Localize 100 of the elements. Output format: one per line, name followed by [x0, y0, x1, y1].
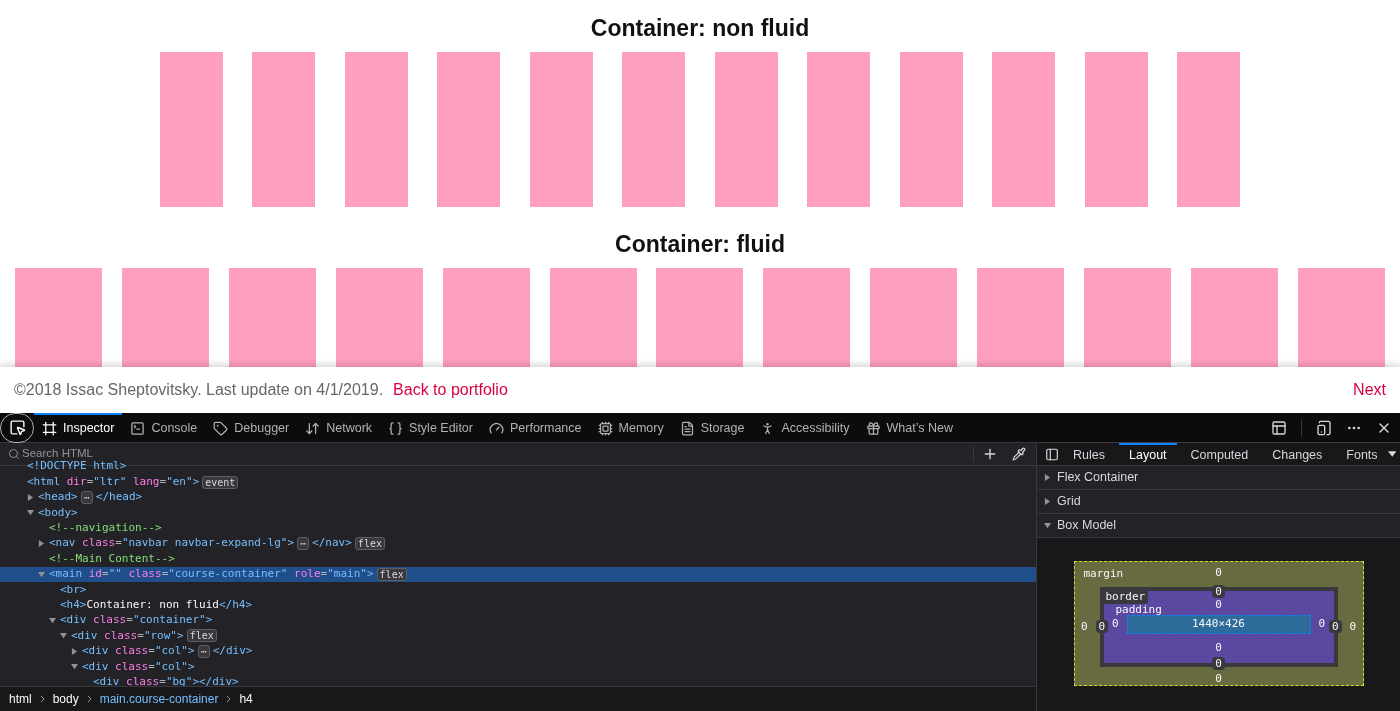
- markup-text: "ltr": [93, 473, 127, 490]
- caret-down-icon[interactable]: [60, 632, 67, 640]
- breadcrumb[interactable]: body: [52, 690, 79, 708]
- caret-right-icon[interactable]: [38, 540, 45, 548]
- caret-right-icon[interactable]: [71, 647, 78, 655]
- box-value[interactable]: 0: [1215, 671, 1222, 685]
- caret-right-icon[interactable]: [1044, 474, 1051, 481]
- border-label: border: [1102, 589, 1149, 604]
- search-icon: [8, 448, 20, 460]
- markup-line[interactable]: <br>: [0, 582, 1036, 598]
- markup-text: "main": [327, 566, 367, 583]
- breadcrumb[interactable]: main.course-container: [99, 690, 219, 708]
- caret-right-icon[interactable]: [1044, 498, 1051, 505]
- accordion-header[interactable]: Grid: [1037, 490, 1400, 514]
- markup-text: >: [188, 658, 195, 675]
- sidebar-tab[interactable]: Changes: [1262, 442, 1333, 466]
- markup-text: class: [125, 673, 160, 686]
- devtools-tab[interactable]: Memory: [589, 412, 672, 443]
- copyright-text: ©2018 Issac Sheptovitsky. Last update on 4/1/2019.: [14, 380, 384, 400]
- caret-down-icon[interactable]: [71, 663, 78, 671]
- dropdown-caret-icon[interactable]: [1387, 451, 1396, 457]
- devtools-tab[interactable]: Console: [122, 412, 206, 443]
- devtools-tab[interactable]: Network: [297, 412, 381, 443]
- caret-down-icon[interactable]: [1044, 522, 1051, 529]
- sidebar-toggle-icon[interactable]: [1045, 446, 1060, 462]
- accordion-header[interactable]: Flex Container: [1037, 466, 1400, 490]
- markup-text: role: [293, 566, 321, 583]
- devtools-tab[interactable]: Accessibility: [752, 412, 858, 443]
- box-value[interactable]: 0: [1080, 619, 1088, 634]
- markup-line[interactable]: <div class="col">: [0, 659, 1036, 675]
- box-value[interactable]: 0: [1212, 657, 1225, 670]
- markup-text: "row": [143, 627, 177, 644]
- inspector-icon: [42, 421, 57, 436]
- markup-line[interactable]: <html dir="ltr" lang="en"> event: [0, 474, 1036, 490]
- markup-line[interactable]: <!DOCTYPE html>: [0, 459, 1036, 475]
- box-value[interactable]: 0: [1318, 617, 1326, 631]
- gauge-icon: [488, 421, 504, 436]
- node-badge[interactable]: flex: [354, 537, 385, 551]
- document-icon: [679, 421, 695, 436]
- sidebar-tab[interactable]: Rules: [1063, 442, 1116, 466]
- caret-down-icon[interactable]: [49, 617, 56, 625]
- markup-text: =: [148, 643, 155, 660]
- chip-icon: [597, 421, 613, 436]
- accordion-header[interactable]: Box Model: [1037, 514, 1400, 538]
- markup-line[interactable]: <nav class="navbar navbar-expand-lg"> ⋯ </nav> flex: [0, 535, 1036, 552]
- caret-down-icon[interactable]: [38, 570, 45, 578]
- html-comment: <!--Main Content-->: [49, 550, 175, 567]
- add-node-icon[interactable]: [982, 446, 998, 462]
- markup-text: <br>: [60, 581, 87, 598]
- markup-text: =: [320, 566, 328, 583]
- node-badge[interactable]: flex: [186, 629, 217, 643]
- devtools-tab[interactable]: Inspector: [34, 412, 123, 443]
- devtools-tab[interactable]: Style Editor: [380, 412, 481, 443]
- caret-down-icon[interactable]: [27, 509, 34, 517]
- sidebar-tab[interactable]: Computed: [1180, 442, 1259, 466]
- devtools-tab[interactable]: What’s New: [857, 412, 961, 443]
- breadcrumb[interactable]: html: [9, 690, 32, 708]
- markup-line[interactable]: <div class="container">: [0, 612, 1036, 629]
- node-badge[interactable]: flex: [376, 567, 407, 581]
- sidebar-tab[interactable]: Fonts: [1336, 442, 1388, 466]
- picker-icon: [8, 419, 26, 436]
- markup-line[interactable]: <!--Main Content-->: [0, 551, 1036, 567]
- box-value[interactable]: 0: [1215, 640, 1222, 654]
- markup-text: </h4>: [218, 596, 253, 613]
- markup-text: >: [366, 566, 374, 583]
- breadcrumb[interactable]: h4: [239, 690, 253, 708]
- box-value[interactable]: 0: [1215, 597, 1222, 611]
- braces-icon: [388, 421, 404, 436]
- eyedropper-icon[interactable]: [1012, 447, 1026, 461]
- markup-line[interactable]: <h4>Container: non fluid</h4>: [0, 597, 1036, 613]
- box-value[interactable]: 0: [1212, 584, 1225, 598]
- markup-text: "col": [154, 643, 188, 660]
- markup-text: =: [148, 658, 155, 675]
- responsive-mode-icon[interactable]: [1316, 419, 1332, 436]
- markup-line[interactable]: <body>: [0, 505, 1036, 521]
- dock-layout-icon[interactable]: [1271, 419, 1287, 436]
- portfolio-link[interactable]: Back to portfolio: [393, 378, 508, 402]
- box-value[interactable]: 0: [1111, 617, 1119, 631]
- node-badge[interactable]: ⋯: [197, 644, 210, 658]
- devtools-tab[interactable]: Storage: [671, 412, 753, 443]
- node-badge[interactable]: ⋯: [80, 490, 93, 504]
- box-value[interactable]: 0: [1095, 619, 1109, 633]
- markup-text: "course-container": [168, 566, 288, 583]
- markup-line[interactable]: <div class="col"> ⋯ </div>: [0, 643, 1036, 660]
- markup-text: >: [177, 627, 184, 644]
- markup-line[interactable]: <!--navigation-->: [0, 520, 1036, 536]
- markup-text: </nav>: [312, 535, 352, 552]
- box-value[interactable]: 0: [1328, 619, 1342, 633]
- devtools-tab[interactable]: Performance: [480, 412, 590, 443]
- markup-line[interactable]: <head> ⋯ </head>: [0, 489, 1036, 506]
- markup-line[interactable]: <div class="row"> flex: [0, 628, 1036, 644]
- content-box[interactable]: 1440×426: [1126, 614, 1311, 634]
- devtools-tab[interactable]: Debugger: [205, 412, 298, 443]
- next-link[interactable]: Next: [1353, 378, 1386, 402]
- box-value[interactable]: 0: [1215, 566, 1222, 579]
- box-value[interactable]: 0: [1349, 619, 1357, 634]
- node-badge[interactable]: event: [202, 475, 239, 489]
- node-badge[interactable]: ⋯: [297, 537, 310, 551]
- markup-text: "en": [166, 473, 193, 490]
- caret-right-icon[interactable]: [27, 493, 34, 501]
